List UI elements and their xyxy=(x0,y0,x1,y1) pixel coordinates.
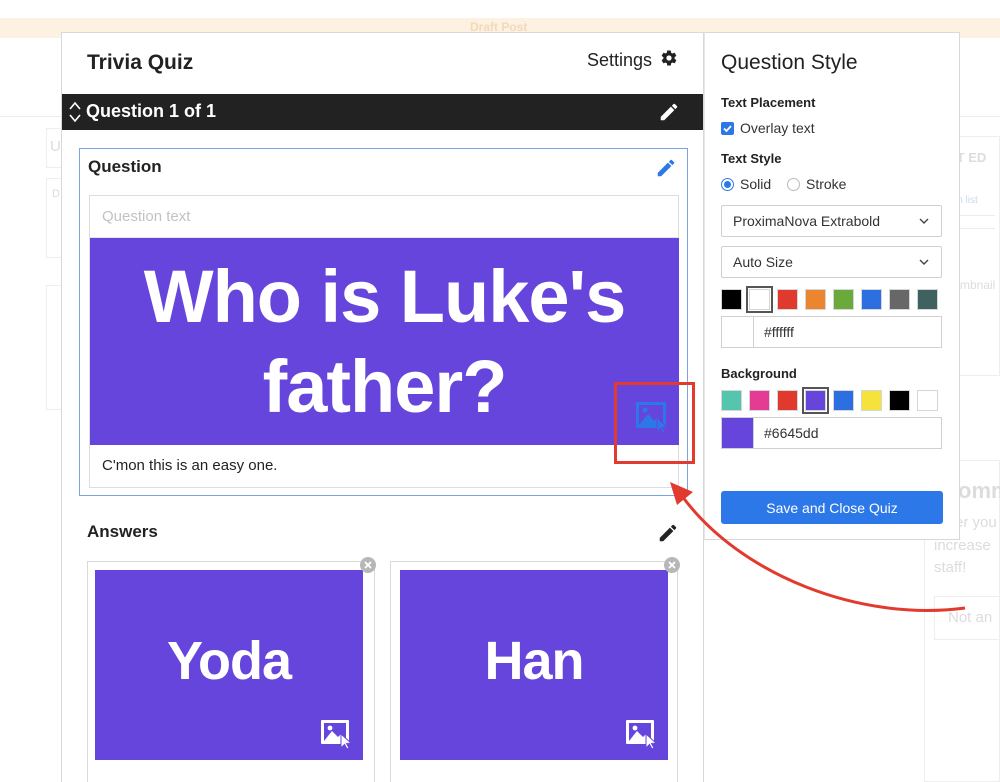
background-color-input[interactable] xyxy=(754,425,934,441)
color-swatch[interactable] xyxy=(917,390,938,411)
background-color-field[interactable] xyxy=(721,417,942,449)
chevron-down-icon xyxy=(919,259,929,265)
question-section: Question Who is Luke's father? C'mon t xyxy=(79,148,688,496)
color-swatch[interactable] xyxy=(746,286,773,313)
background-text: Not an xyxy=(948,609,993,626)
color-swatch[interactable] xyxy=(889,289,910,310)
style-option-stroke[interactable]: Stroke xyxy=(787,176,846,192)
style-option-label: Stroke xyxy=(806,176,847,192)
checkmark-icon xyxy=(723,124,732,132)
radio-button[interactable] xyxy=(721,177,734,191)
question-heading: Question xyxy=(88,157,162,176)
color-swatch[interactable] xyxy=(721,390,742,411)
settings-label: Settings xyxy=(587,50,653,70)
color-swatch[interactable] xyxy=(749,390,770,411)
text-color-swatches xyxy=(721,286,938,313)
highlight-box xyxy=(614,382,695,464)
checkbox[interactable] xyxy=(721,121,734,135)
image-replace-icon[interactable] xyxy=(625,718,659,750)
question-text-input[interactable] xyxy=(90,196,678,238)
size-select-value: Auto Size xyxy=(733,254,793,270)
close-icon xyxy=(668,561,676,569)
radio-button[interactable] xyxy=(787,177,800,191)
image-replace-icon[interactable] xyxy=(320,718,354,750)
answers-heading: Answers xyxy=(87,522,158,541)
color-swatch[interactable] xyxy=(777,390,798,411)
question-style-panel: Question Style Text Placement Overlay te… xyxy=(704,32,960,540)
text-color-field[interactable] xyxy=(721,316,942,348)
remove-answer-button[interactable] xyxy=(360,557,376,573)
answer-image[interactable]: Yoda xyxy=(95,570,363,760)
color-swatch[interactable] xyxy=(777,289,798,310)
answer-card[interactable]: Han xyxy=(390,561,678,782)
color-swatch[interactable] xyxy=(805,289,826,310)
background-text: er you xyxy=(955,514,997,531)
overlay-text-checkbox[interactable]: Overlay text xyxy=(721,120,815,136)
answer-text: Yoda xyxy=(166,631,292,691)
background-text: staff! xyxy=(934,559,967,576)
question-image-text: Who is Luke's father? xyxy=(143,255,627,428)
background-text: mbnail xyxy=(960,278,996,292)
text-placement-label: Text Placement xyxy=(721,95,816,110)
overlay-text-label: Overlay text xyxy=(740,120,815,136)
answer-image[interactable]: Han xyxy=(400,570,668,760)
font-select[interactable]: ProximaNova Extrabold xyxy=(721,205,942,237)
save-and-close-button[interactable]: Save and Close Quiz xyxy=(721,491,943,524)
answer-card[interactable]: Yoda xyxy=(87,561,375,782)
color-swatch[interactable] xyxy=(861,390,882,411)
pencil-icon[interactable] xyxy=(655,157,677,184)
pencil-icon[interactable] xyxy=(658,101,680,128)
question-caption: C'mon this is an easy one. xyxy=(102,457,278,474)
text-style-label: Text Style xyxy=(721,151,782,166)
question-bar-title: Question 1 of 1 xyxy=(86,101,217,121)
color-swatch[interactable] xyxy=(802,387,829,414)
background-text: omm xyxy=(958,478,1000,503)
answer-text: Han xyxy=(484,631,584,691)
background-divider xyxy=(955,228,995,229)
question-image[interactable]: Who is Luke's father? xyxy=(90,238,679,445)
color-swatch[interactable] xyxy=(721,289,742,310)
background-label: Background xyxy=(721,366,797,381)
color-swatch[interactable] xyxy=(861,289,882,310)
pencil-icon[interactable] xyxy=(657,522,679,549)
panel-title: Question Style xyxy=(721,51,858,74)
size-select[interactable]: Auto Size xyxy=(721,246,942,278)
quiz-title: Trivia Quiz xyxy=(87,51,194,74)
close-icon xyxy=(364,561,372,569)
color-swatch[interactable] xyxy=(889,390,910,411)
background-color-swatches xyxy=(721,387,938,414)
chevron-down-icon xyxy=(919,218,929,224)
text-color-preview xyxy=(722,317,754,347)
style-option-solid[interactable]: Solid xyxy=(721,176,771,192)
question-card: Who is Luke's father? C'mon this is an e… xyxy=(89,195,679,488)
font-select-value: ProximaNova Extrabold xyxy=(733,213,881,229)
settings-button[interactable]: Settings xyxy=(587,49,678,72)
question-bar: Question 1 of 1 xyxy=(62,94,703,130)
background-color-preview xyxy=(722,418,754,448)
color-swatch[interactable] xyxy=(833,289,854,310)
color-swatch[interactable] xyxy=(833,390,854,411)
color-swatch[interactable] xyxy=(917,289,938,310)
remove-answer-button[interactable] xyxy=(664,557,680,573)
background-text: U xyxy=(50,138,61,155)
background-divider xyxy=(955,215,995,216)
background-text: D xyxy=(52,188,60,200)
gear-icon xyxy=(660,49,678,72)
text-color-input[interactable] xyxy=(754,324,934,340)
reorder-icon[interactable] xyxy=(68,99,82,125)
style-option-label: Solid xyxy=(740,176,772,192)
